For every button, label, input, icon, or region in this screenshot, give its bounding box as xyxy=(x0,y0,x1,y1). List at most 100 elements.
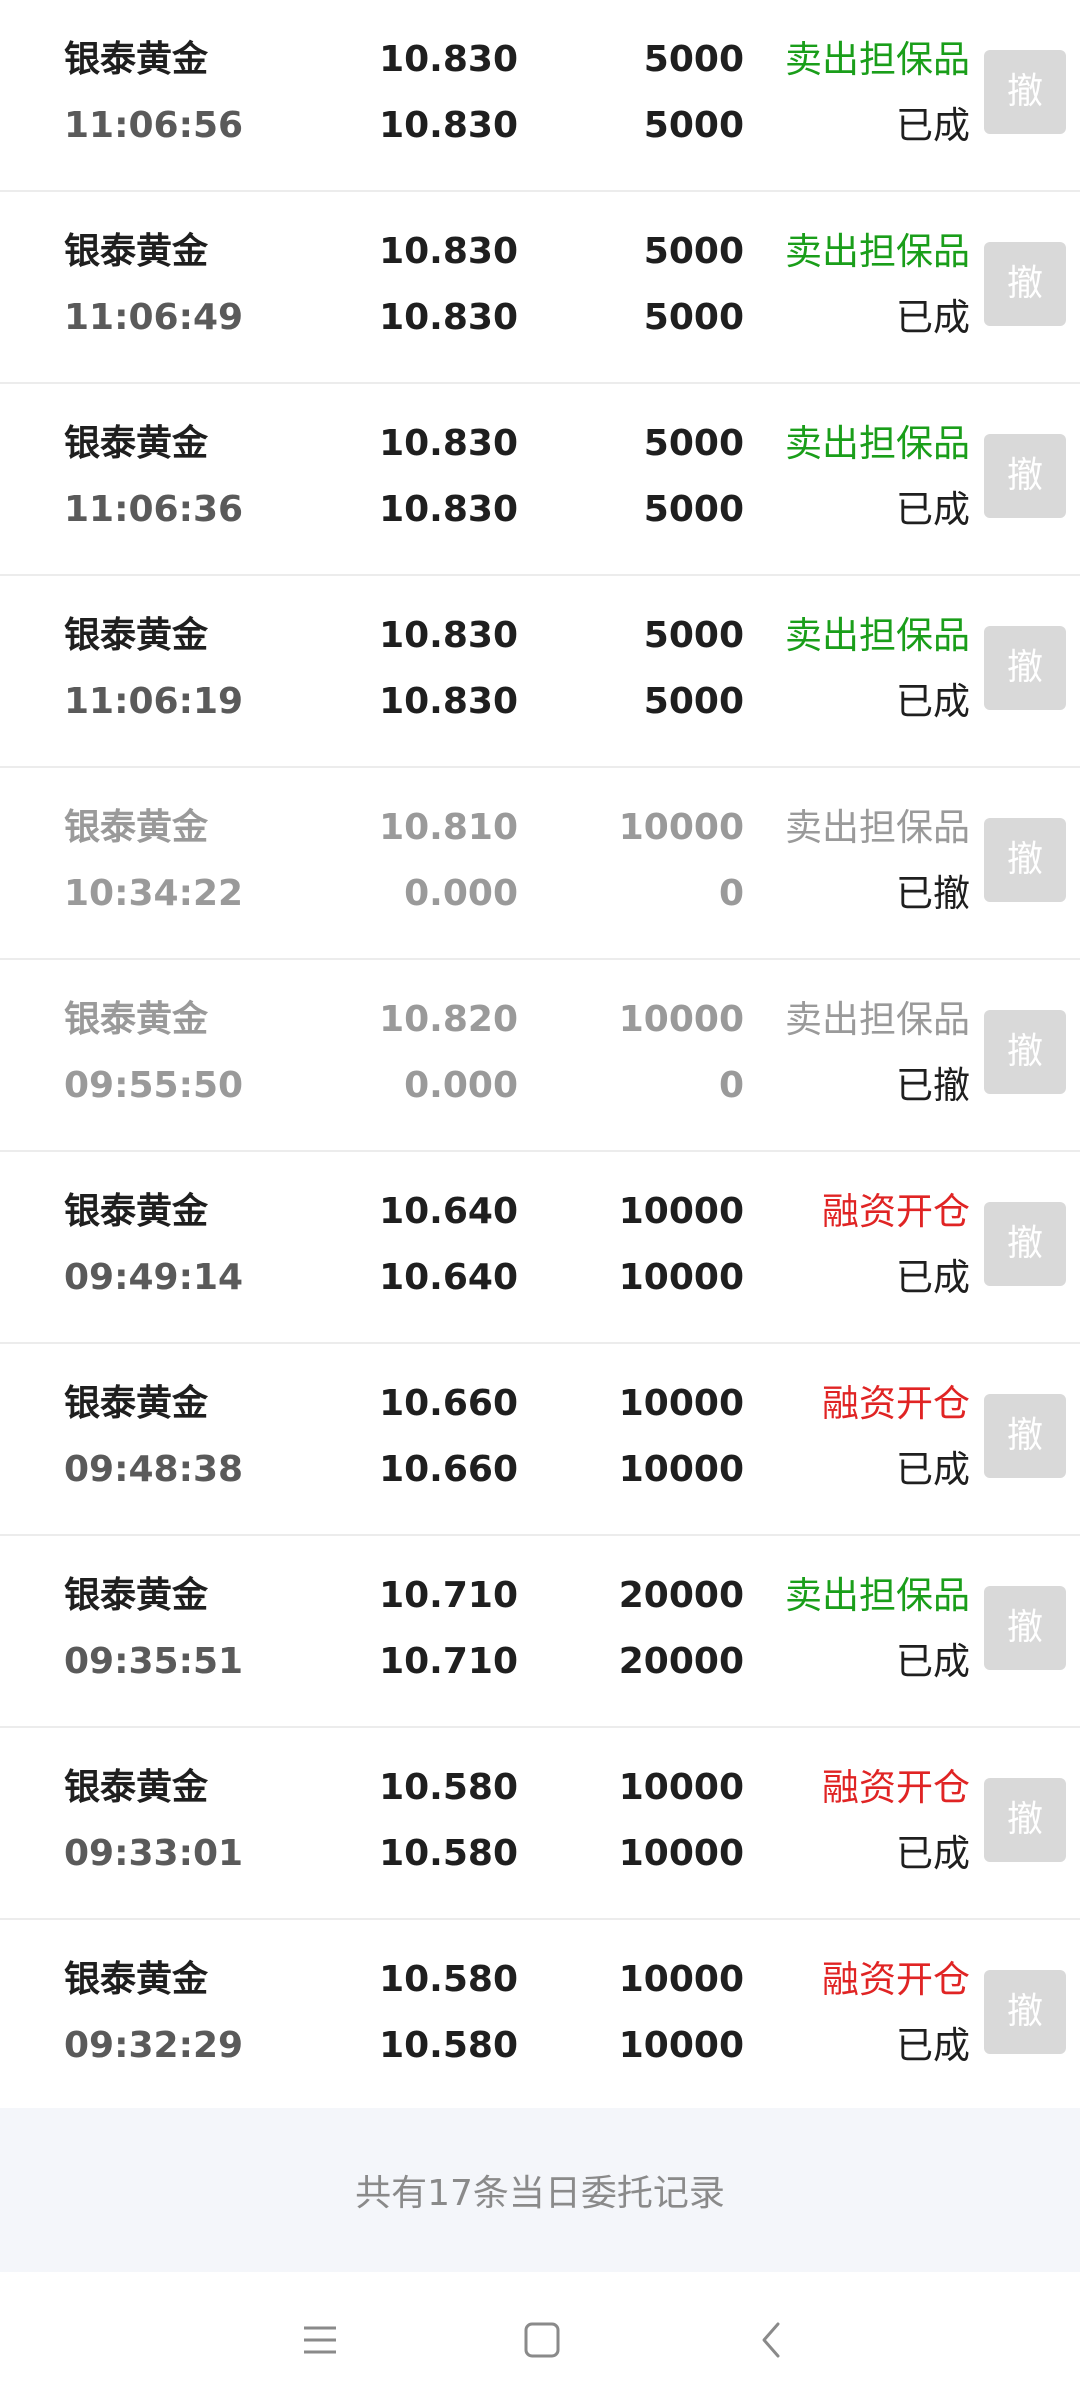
order-row[interactable]: 银泰黄金 11:06:19 10.830 10.830 5000 5000 卖出… xyxy=(0,576,1080,768)
deal-qty: 0 xyxy=(718,873,744,914)
stock-name: 银泰黄金 xyxy=(64,423,209,464)
order-type: 卖出担保品 xyxy=(785,38,970,81)
deal-price: 10.660 xyxy=(379,1449,518,1490)
cancel-order-button[interactable]: 撤 xyxy=(984,626,1066,710)
order-qty: 5000 xyxy=(643,39,744,80)
deal-price: 10.580 xyxy=(379,2025,518,2066)
order-time: 11:06:19 xyxy=(64,681,244,722)
order-time: 09:48:38 xyxy=(64,1449,244,1490)
order-type: 卖出担保品 xyxy=(785,422,970,465)
cancel-order-button[interactable]: 撤 xyxy=(984,1010,1066,1094)
order-row[interactable]: 银泰黄金 09:48:38 10.660 10.660 10000 10000 … xyxy=(0,1344,1080,1536)
stock-name: 银泰黄金 xyxy=(64,1767,209,1808)
stock-name: 银泰黄金 xyxy=(64,1575,209,1616)
stock-name: 银泰黄金 xyxy=(64,1383,209,1424)
order-type: 融资开仓 xyxy=(822,1382,970,1425)
cancel-order-button[interactable]: 撤 xyxy=(984,1970,1066,2054)
stock-name: 银泰黄金 xyxy=(64,231,209,272)
menu-icon[interactable] xyxy=(290,2310,350,2370)
order-row[interactable]: 银泰黄金 11:06:49 10.830 10.830 5000 5000 卖出… xyxy=(0,192,1080,384)
order-status: 已成 xyxy=(896,104,970,147)
deal-qty: 5000 xyxy=(643,681,744,722)
order-price: 10.580 xyxy=(379,1959,518,2000)
order-row[interactable]: 银泰黄金 09:49:14 10.640 10.640 10000 10000 … xyxy=(0,1152,1080,1344)
order-row[interactable]: 银泰黄金 09:35:51 10.710 10.710 20000 20000 … xyxy=(0,1536,1080,1728)
order-price: 10.820 xyxy=(379,999,518,1040)
deal-qty: 20000 xyxy=(618,1641,744,1682)
cancel-order-button[interactable]: 撤 xyxy=(984,1778,1066,1862)
order-status: 已成 xyxy=(896,1640,970,1683)
order-time: 09:49:14 xyxy=(64,1257,244,1298)
stock-name: 银泰黄金 xyxy=(64,807,209,848)
deal-price: 10.830 xyxy=(379,297,518,338)
order-time: 09:33:01 xyxy=(64,1833,244,1874)
deal-price: 0.000 xyxy=(404,873,518,914)
deal-qty: 10000 xyxy=(618,1257,744,1298)
order-status: 已成 xyxy=(896,1448,970,1491)
deal-price: 10.580 xyxy=(379,1833,518,1874)
order-row[interactable]: 银泰黄金 11:06:36 10.830 10.830 5000 5000 卖出… xyxy=(0,384,1080,576)
deal-qty: 10000 xyxy=(618,2025,744,2066)
order-time: 09:35:51 xyxy=(64,1641,244,1682)
order-time: 11:06:56 xyxy=(64,105,244,146)
cancel-order-button[interactable]: 撤 xyxy=(984,1586,1066,1670)
order-time: 10:34:22 xyxy=(64,873,244,914)
stock-name: 银泰黄金 xyxy=(64,999,209,1040)
deal-price: 10.830 xyxy=(379,681,518,722)
order-time: 11:06:36 xyxy=(64,489,244,530)
order-row[interactable]: 银泰黄金 09:32:29 10.580 10.580 10000 10000 … xyxy=(0,1920,1080,2112)
deal-qty: 10000 xyxy=(618,1833,744,1874)
order-qty: 10000 xyxy=(618,999,744,1040)
order-qty: 5000 xyxy=(643,423,744,464)
order-status: 已撤 xyxy=(896,1064,970,1107)
order-qty: 10000 xyxy=(618,1767,744,1808)
cancel-order-button[interactable]: 撤 xyxy=(984,434,1066,518)
order-row[interactable]: 银泰黄金 10:34:22 10.810 0.000 10000 0 卖出担保品… xyxy=(0,768,1080,960)
deal-qty: 5000 xyxy=(643,489,744,530)
order-type: 卖出担保品 xyxy=(785,614,970,657)
system-nav-bar xyxy=(0,2272,1080,2401)
order-price: 10.580 xyxy=(379,1767,518,1808)
order-price: 10.810 xyxy=(379,807,518,848)
deal-price: 10.640 xyxy=(379,1257,518,1298)
order-type: 融资开仓 xyxy=(822,1766,970,1809)
cancel-order-button[interactable]: 撤 xyxy=(984,50,1066,134)
back-icon[interactable] xyxy=(742,2310,802,2370)
deal-qty: 0 xyxy=(718,1065,744,1106)
order-row[interactable]: 银泰黄金 11:06:56 10.830 10.830 5000 5000 卖出… xyxy=(0,0,1080,192)
order-row[interactable]: 银泰黄金 09:33:01 10.580 10.580 10000 10000 … xyxy=(0,1728,1080,1920)
order-status: 已成 xyxy=(896,680,970,723)
deal-price: 10.710 xyxy=(379,1641,518,1682)
order-price: 10.710 xyxy=(379,1575,518,1616)
order-price: 10.830 xyxy=(379,39,518,80)
cancel-order-button[interactable]: 撤 xyxy=(984,242,1066,326)
order-qty: 20000 xyxy=(618,1575,744,1616)
order-time: 09:55:50 xyxy=(64,1065,244,1106)
order-price: 10.830 xyxy=(379,423,518,464)
order-price: 10.660 xyxy=(379,1383,518,1424)
order-price: 10.830 xyxy=(379,615,518,656)
order-time: 09:32:29 xyxy=(64,2025,244,2066)
cancel-order-button[interactable]: 撤 xyxy=(984,1394,1066,1478)
order-type: 卖出担保品 xyxy=(785,998,970,1041)
home-icon[interactable] xyxy=(512,2310,572,2370)
cancel-order-button[interactable]: 撤 xyxy=(984,1202,1066,1286)
order-status: 已成 xyxy=(896,1832,970,1875)
order-count-text: 共有17条当日委托记录 xyxy=(355,2173,725,2214)
deal-price: 10.830 xyxy=(379,489,518,530)
deal-price: 10.830 xyxy=(379,105,518,146)
deal-qty: 10000 xyxy=(618,1449,744,1490)
order-status: 已成 xyxy=(896,2024,970,2067)
order-status: 已撤 xyxy=(896,872,970,915)
order-list: 银泰黄金 11:06:56 10.830 10.830 5000 5000 卖出… xyxy=(0,0,1080,2112)
order-qty: 10000 xyxy=(618,1191,744,1232)
order-price: 10.830 xyxy=(379,231,518,272)
deal-qty: 5000 xyxy=(643,105,744,146)
order-row[interactable]: 银泰黄金 09:55:50 10.820 0.000 10000 0 卖出担保品… xyxy=(0,960,1080,1152)
stock-name: 银泰黄金 xyxy=(64,39,209,80)
order-status: 已成 xyxy=(896,488,970,531)
cancel-order-button[interactable]: 撤 xyxy=(984,818,1066,902)
order-status: 已成 xyxy=(896,1256,970,1299)
stock-name: 银泰黄金 xyxy=(64,1191,209,1232)
order-type: 卖出担保品 xyxy=(785,1574,970,1617)
